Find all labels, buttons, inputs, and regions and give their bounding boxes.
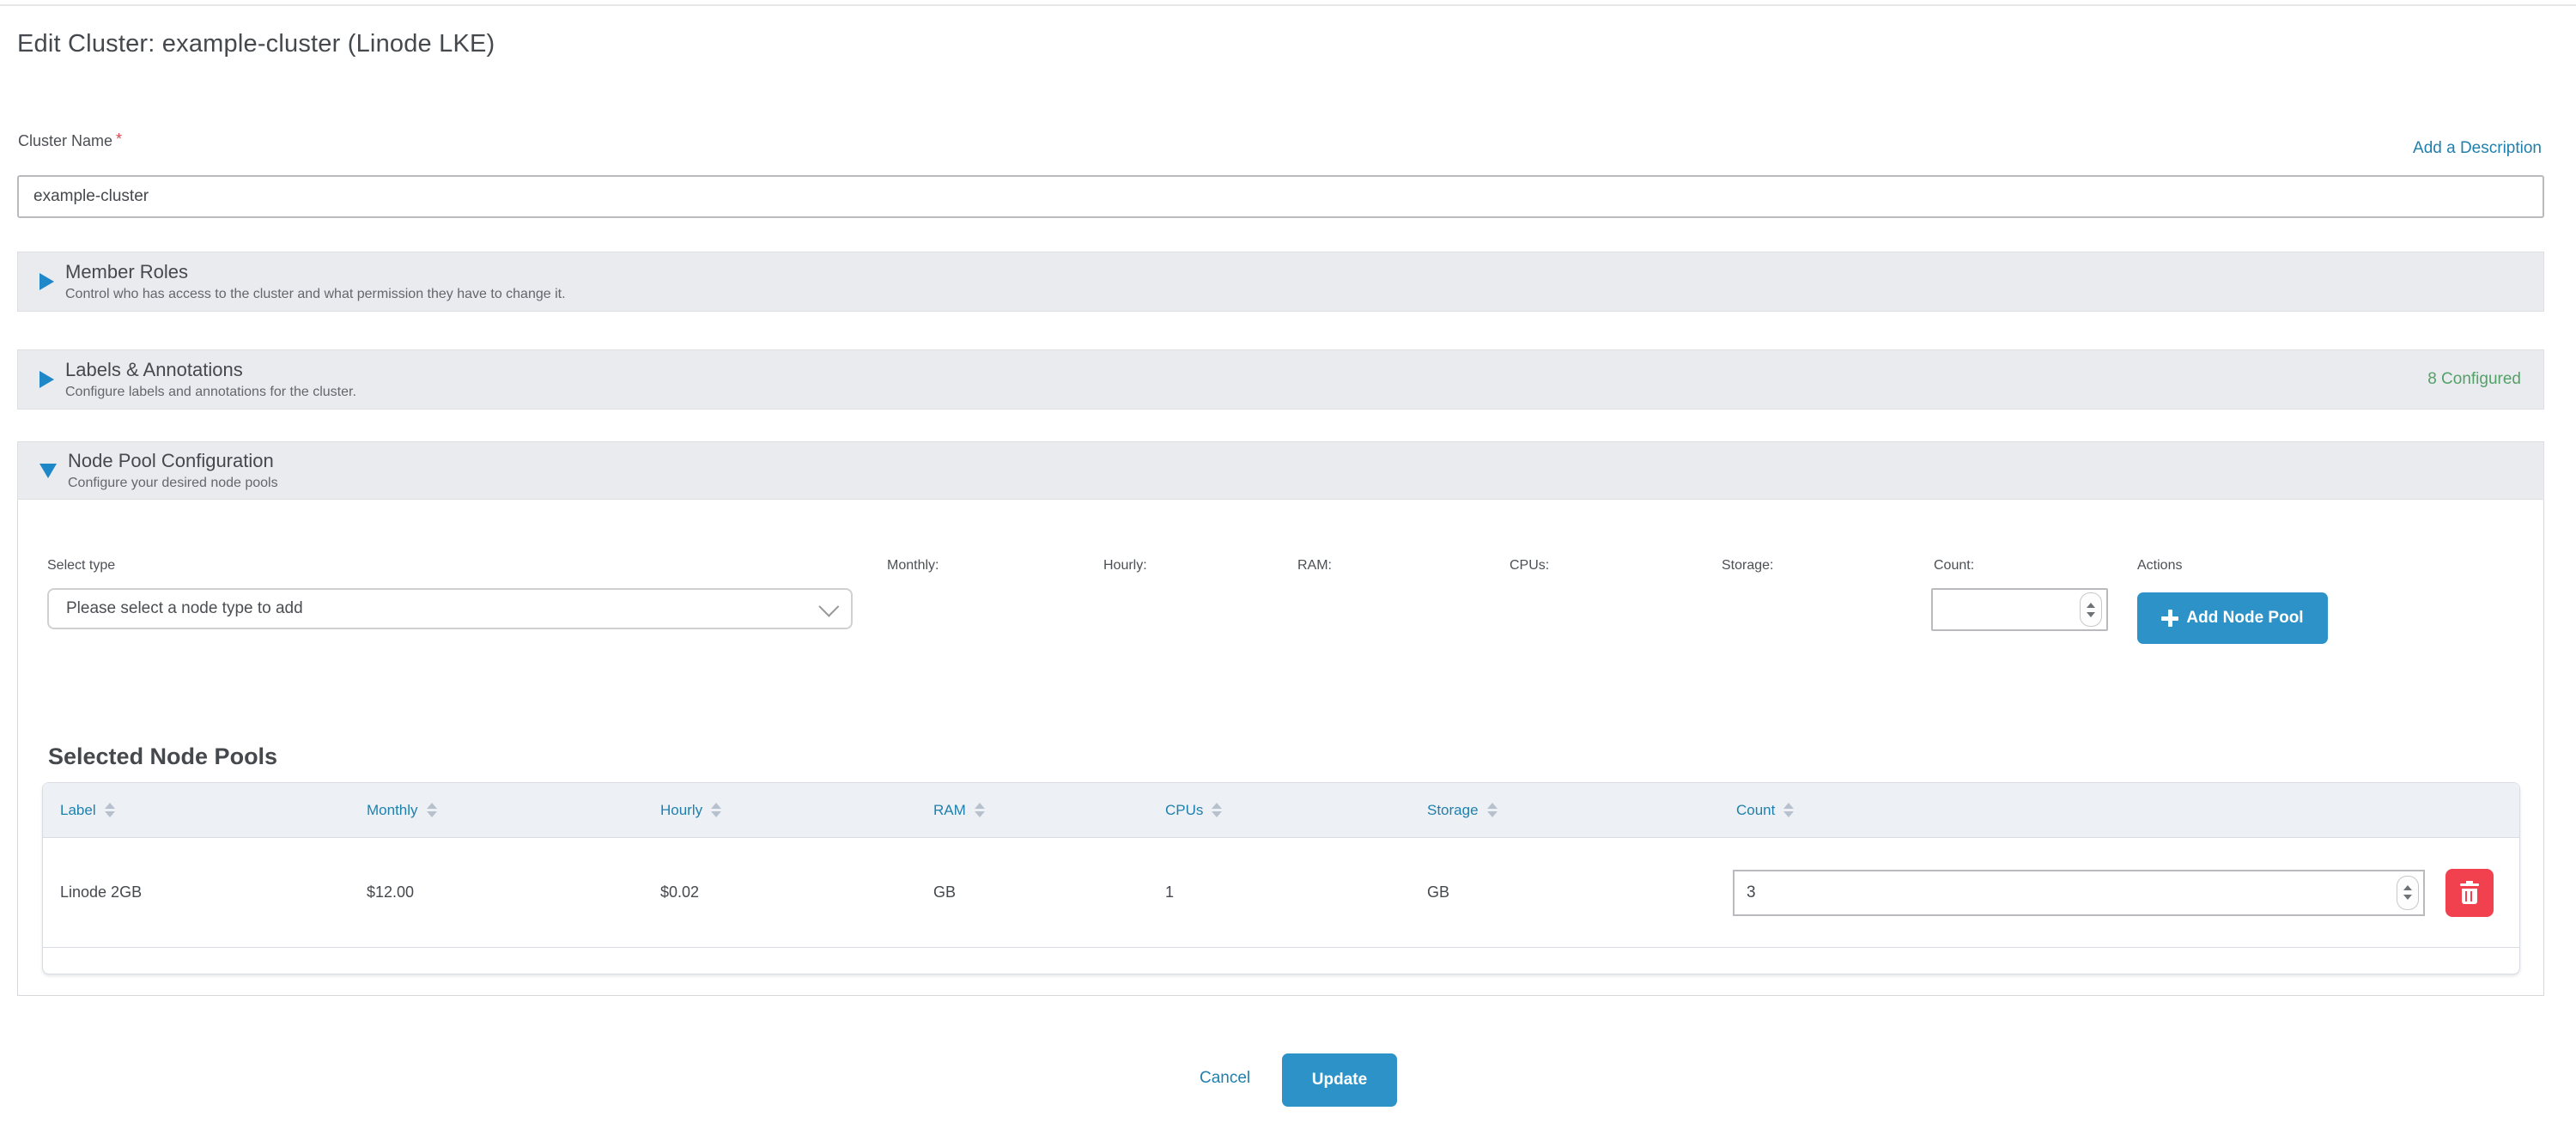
- update-button[interactable]: Update: [1282, 1053, 1397, 1107]
- pool-cpus-cell: 1: [1148, 883, 1410, 901]
- sort-icon: [711, 803, 721, 817]
- configured-count-badge: 8 Configured: [2427, 370, 2521, 389]
- add-node-pool-label: Add Node Pool: [2186, 609, 2303, 628]
- cluster-name-label: Cluster Name*: [18, 131, 122, 150]
- pool-count-field: [1733, 870, 2425, 916]
- count-label: Count:: [1934, 558, 1974, 574]
- monthly-label: Monthly:: [887, 558, 939, 574]
- member-roles-accordion[interactable]: Member Roles Control who has access to t…: [17, 252, 2544, 312]
- node-pool-row: Linode 2GB $12.00 $0.02 GB 1 GB: [43, 838, 2519, 948]
- table-footer: [43, 948, 2519, 974]
- sort-icon: [1487, 803, 1498, 817]
- node-pool-config-accordion[interactable]: Node Pool Configuration Configure your d…: [17, 441, 2544, 500]
- column-header-cpus[interactable]: CPUs: [1148, 802, 1410, 819]
- trash-icon: [2460, 881, 2479, 904]
- selected-node-pools-heading: Selected Node Pools: [48, 744, 277, 770]
- sort-icon: [975, 803, 985, 817]
- pool-storage-cell: GB: [1410, 883, 1719, 901]
- add-node-pool-button[interactable]: Add Node Pool: [2137, 592, 2328, 644]
- plus-icon: [2161, 610, 2178, 627]
- triangle-down-icon: [39, 464, 57, 478]
- labels-annotations-subtitle: Configure labels and annotations for the…: [65, 384, 356, 400]
- pool-count-cell: [1719, 869, 2519, 917]
- required-asterisk: *: [116, 131, 122, 148]
- add-description-link[interactable]: Add a Description: [2413, 139, 2542, 158]
- number-stepper-icon[interactable]: [2397, 876, 2419, 910]
- cluster-name-input[interactable]: [17, 175, 2544, 218]
- top-divider: [0, 4, 2576, 6]
- pool-hourly-cell: $0.02: [643, 883, 916, 901]
- selected-node-pools-table: Label Monthly Hourly RAM CPUs: [42, 782, 2520, 974]
- pool-monthly-cell: $12.00: [349, 883, 643, 901]
- node-type-select-value: Please select a node type to add: [66, 599, 303, 618]
- cpus-label: CPUs:: [1510, 558, 1549, 574]
- cancel-button[interactable]: Cancel: [1194, 1068, 1255, 1089]
- sort-icon: [1783, 803, 1794, 817]
- member-roles-title: Member Roles: [65, 261, 566, 283]
- column-header-ram[interactable]: RAM: [916, 802, 1148, 819]
- column-header-monthly[interactable]: Monthly: [349, 802, 643, 819]
- labels-annotations-title: Labels & Annotations: [65, 359, 356, 381]
- node-count-field: [1931, 588, 2108, 631]
- sort-icon: [1212, 803, 1222, 817]
- chevron-down-icon: [818, 596, 839, 616]
- triangle-right-icon: [39, 273, 54, 290]
- column-header-count[interactable]: Count: [1719, 802, 2519, 819]
- triangle-right-icon: [39, 371, 54, 388]
- pool-count-input[interactable]: [1735, 871, 2423, 914]
- node-pool-config-subtitle: Configure your desired node pools: [68, 475, 278, 491]
- page-title: Edit Cluster: example-cluster (Linode LK…: [17, 30, 495, 58]
- node-pool-config-title: Node Pool Configuration: [68, 450, 278, 472]
- column-header-hourly[interactable]: Hourly: [643, 802, 916, 819]
- column-header-label[interactable]: Label: [43, 802, 349, 819]
- node-type-select[interactable]: Please select a node type to add: [47, 588, 853, 629]
- node-pool-config-body: Select type Monthly: Hourly: RAM: CPUs: …: [17, 500, 2544, 996]
- sort-icon: [427, 803, 437, 817]
- column-header-storage[interactable]: Storage: [1410, 802, 1719, 819]
- hourly-label: Hourly:: [1103, 558, 1147, 574]
- member-roles-subtitle: Control who has access to the cluster an…: [65, 286, 566, 302]
- pool-ram-cell: GB: [916, 883, 1148, 901]
- pool-label-cell: Linode 2GB: [43, 883, 349, 901]
- number-stepper-icon[interactable]: [2080, 592, 2102, 627]
- sort-icon: [105, 803, 115, 817]
- labels-annotations-accordion[interactable]: Labels & Annotations Configure labels an…: [17, 349, 2544, 410]
- delete-pool-button[interactable]: [2445, 869, 2494, 917]
- table-header-row: Label Monthly Hourly RAM CPUs: [43, 783, 2519, 838]
- ram-label: RAM:: [1297, 558, 1332, 574]
- select-type-label: Select type: [47, 558, 115, 574]
- actions-label: Actions: [2137, 558, 2182, 574]
- storage-label: Storage:: [1722, 558, 1773, 574]
- edit-cluster-page: Edit Cluster: example-cluster (Linode LK…: [0, 0, 2576, 1123]
